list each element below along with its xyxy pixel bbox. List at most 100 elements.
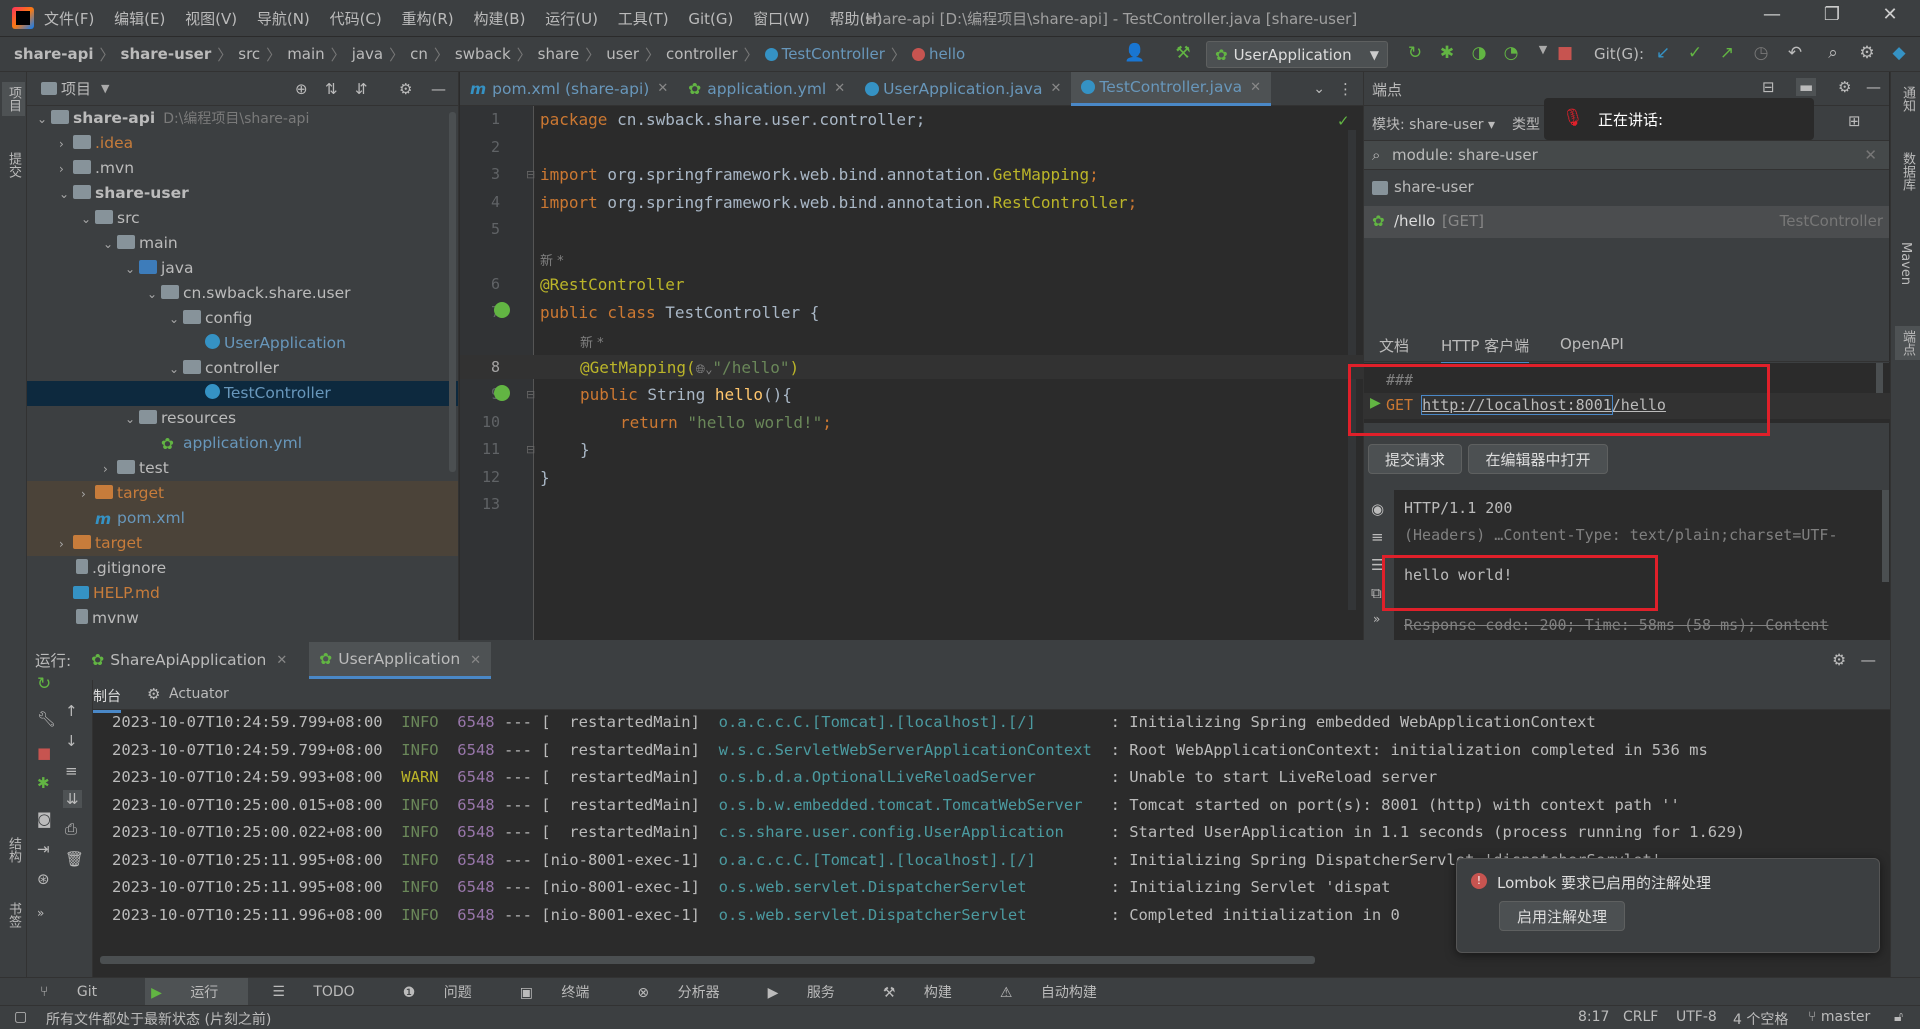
console-hscrollbar[interactable]: [100, 956, 1315, 964]
wrap-icon[interactable]: ≡: [1371, 528, 1384, 546]
scroll-to-end-icon[interactable]: ⇊: [63, 790, 82, 808]
chevron-right-icon[interactable]: ›: [103, 457, 117, 482]
close-tab-icon[interactable]: ✕: [657, 81, 668, 96]
chevron-down-icon[interactable]: ⌄: [147, 282, 161, 307]
tree-item[interactable]: › target: [27, 531, 458, 556]
fold-icon[interactable]: ⊟: [526, 168, 535, 181]
chevron-down-icon[interactable]: ⌄: [37, 107, 51, 132]
log-logger[interactable]: o.s.web.servlet.DispatcherServlet: [719, 906, 1092, 924]
log-logger[interactable]: o.s.b.w.embedded.tomcat.TomcatWebServer: [719, 796, 1092, 814]
endpoints-search-input[interactable]: ⌕ module: share-user ✕: [1364, 140, 1889, 170]
menu-run[interactable]: 运行(U): [545, 10, 598, 28]
options-gear-icon[interactable]: ⚙: [399, 80, 412, 98]
search-icon[interactable]: ⌕: [1822, 43, 1844, 65]
tree-item[interactable]: ⌄ main: [27, 231, 458, 256]
breadcrumb-java[interactable]: java: [352, 45, 383, 63]
endpoint-gutter-icon[interactable]: [494, 385, 510, 401]
close-window-icon[interactable]: ✕: [1870, 4, 1910, 32]
tree-item[interactable]: ⌄ share-api D:\编程项目\share-api: [27, 106, 458, 131]
log-logger[interactable]: o.s.b.d.a.OptionalLiveReloadServer: [719, 768, 1092, 786]
close-tab-icon[interactable]: ✕: [1250, 80, 1261, 95]
more-chevron-icon[interactable]: »: [37, 906, 44, 920]
tree-item[interactable]: UserApplication: [27, 331, 458, 356]
tab-openapi[interactable]: OpenAPI: [1560, 335, 1624, 353]
project-panel-title[interactable]: 项目: [61, 78, 91, 99]
chevron-right-icon[interactable]: ›: [59, 132, 73, 157]
tab-actuator[interactable]: Actuator: [169, 686, 229, 702]
response-scrollbar[interactable]: [1882, 490, 1889, 582]
chevron-right-icon[interactable]: ›: [81, 482, 95, 507]
exit-icon[interactable]: ⇥: [37, 840, 50, 858]
line-separator[interactable]: CRLF: [1623, 1009, 1658, 1025]
maven-tool-tab[interactable]: Maven: [1898, 242, 1913, 285]
response-headers[interactable]: (Headers) …Content-Type: text/plain;char…: [1404, 526, 1837, 544]
git-update-icon[interactable]: ↙: [1652, 43, 1674, 65]
tree-item[interactable]: mvnw: [27, 606, 458, 631]
git-branch[interactable]: ⑂ master: [1808, 1009, 1870, 1025]
chevron-down-icon[interactable]: ⌄: [125, 407, 139, 432]
database-tool-tab[interactable]: 数据库: [1898, 152, 1917, 191]
breadcrumb-share-user[interactable]: share-user: [121, 45, 212, 63]
tree-item[interactable]: ⌄ java: [27, 256, 458, 281]
tree-item[interactable]: m pom.xml: [27, 506, 458, 531]
layout-icon[interactable]: ⊟: [1762, 78, 1775, 96]
breadcrumb-cn[interactable]: cn: [410, 45, 428, 63]
profile-icon[interactable]: ◔: [1500, 43, 1522, 65]
plugin-logo-icon[interactable]: ◆: [1888, 43, 1910, 65]
tree-item[interactable]: ⌄ cn.swback.share.user: [27, 281, 458, 306]
tree-item[interactable]: ⌄ resources: [27, 406, 458, 431]
menu-tools[interactable]: 工具(T): [618, 10, 669, 28]
tree-item[interactable]: ⌄ controller: [27, 356, 458, 381]
endpoint-module-row[interactable]: share-user: [1364, 170, 1889, 206]
hide-panel-icon[interactable]: —: [1866, 78, 1881, 96]
git-push-icon[interactable]: ↗: [1716, 43, 1738, 65]
globe-icon[interactable]: 🌐︎⌄: [696, 362, 713, 376]
split-layout-icon[interactable]: ▬: [1796, 78, 1817, 96]
log-logger[interactable]: c.s.share.user.config.UserApplication: [719, 823, 1092, 841]
log-logger[interactable]: o.a.c.c.C.[Tomcat].[localhost].[/]: [719, 851, 1092, 869]
group-by-icon[interactable]: ⊞: [1848, 112, 1861, 130]
tree-item[interactable]: ✿ application.yml: [27, 431, 458, 456]
tool-profiler[interactable]: ⊗ 分析器: [637, 982, 743, 1002]
menu-window[interactable]: 窗口(W): [753, 10, 810, 28]
request-scrollbar[interactable]: [1876, 363, 1883, 393]
notifications-tool-tab[interactable]: 通知: [1898, 86, 1917, 112]
debug-icon[interactable]: ✱: [37, 774, 50, 792]
close-tab-icon[interactable]: ✕: [276, 653, 287, 668]
tree-item[interactable]: › target: [27, 481, 458, 506]
endpoints-tool-tab[interactable]: 端点: [1895, 326, 1920, 360]
git-commit-icon[interactable]: ✓: [1684, 43, 1706, 65]
tree-item[interactable]: › test: [27, 456, 458, 481]
tree-scrollbar[interactable]: [449, 112, 456, 472]
tree-item[interactable]: HELP.md: [27, 581, 458, 606]
layout-toggle-icon[interactable]: ▢: [14, 1009, 27, 1025]
cursor-position[interactable]: 8:17: [1578, 1009, 1609, 1025]
breadcrumb-share-api[interactable]: share-api: [14, 45, 94, 63]
maximize-icon[interactable]: ❐: [1812, 4, 1852, 32]
locate-target-icon[interactable]: ⊕: [295, 80, 308, 98]
user-icon[interactable]: 👤: [1124, 43, 1146, 65]
menu-edit[interactable]: 编辑(E): [114, 10, 165, 28]
menu-navigate[interactable]: 导航(N): [257, 10, 310, 28]
rerun-icon[interactable]: ↻: [1404, 43, 1426, 65]
chevron-down-icon[interactable]: ⌄: [103, 232, 117, 257]
tree-item[interactable]: ⌄ config: [27, 306, 458, 331]
structure-tool-tab[interactable]: 结构: [4, 837, 23, 863]
fold-icon[interactable]: ⊟: [526, 443, 535, 456]
camera-icon[interactable]: ◙: [37, 810, 52, 828]
endpoints-settings-icon[interactable]: ⚙: [1838, 78, 1851, 96]
minimize-icon[interactable]: —: [1752, 4, 1792, 32]
status-message[interactable]: 所有文件都处于最新状态 (片刻之前): [46, 1009, 271, 1029]
soft-wrap-icon[interactable]: ≡: [65, 762, 78, 780]
project-tool-tab[interactable]: 项目: [2, 82, 25, 116]
chevron-down-icon[interactable]: ⌄: [81, 207, 95, 232]
tool-problems[interactable]: ❶ 问题: [403, 982, 496, 1002]
run-tab-userapplication[interactable]: ✿ UserApplication ✕: [309, 641, 492, 679]
log-logger[interactable]: w.s.c.ServletWebServerApplicationContext: [719, 741, 1092, 759]
menu-git[interactable]: Git(G): [688, 10, 733, 28]
tree-item[interactable]: › .idea: [27, 131, 458, 156]
module-filter[interactable]: 模块: share-user ▾: [1372, 114, 1495, 134]
breadcrumb-user[interactable]: user: [606, 45, 639, 63]
bookmarks-tool-tab[interactable]: 书签: [4, 902, 23, 928]
history-icon[interactable]: ◷: [1750, 43, 1772, 65]
